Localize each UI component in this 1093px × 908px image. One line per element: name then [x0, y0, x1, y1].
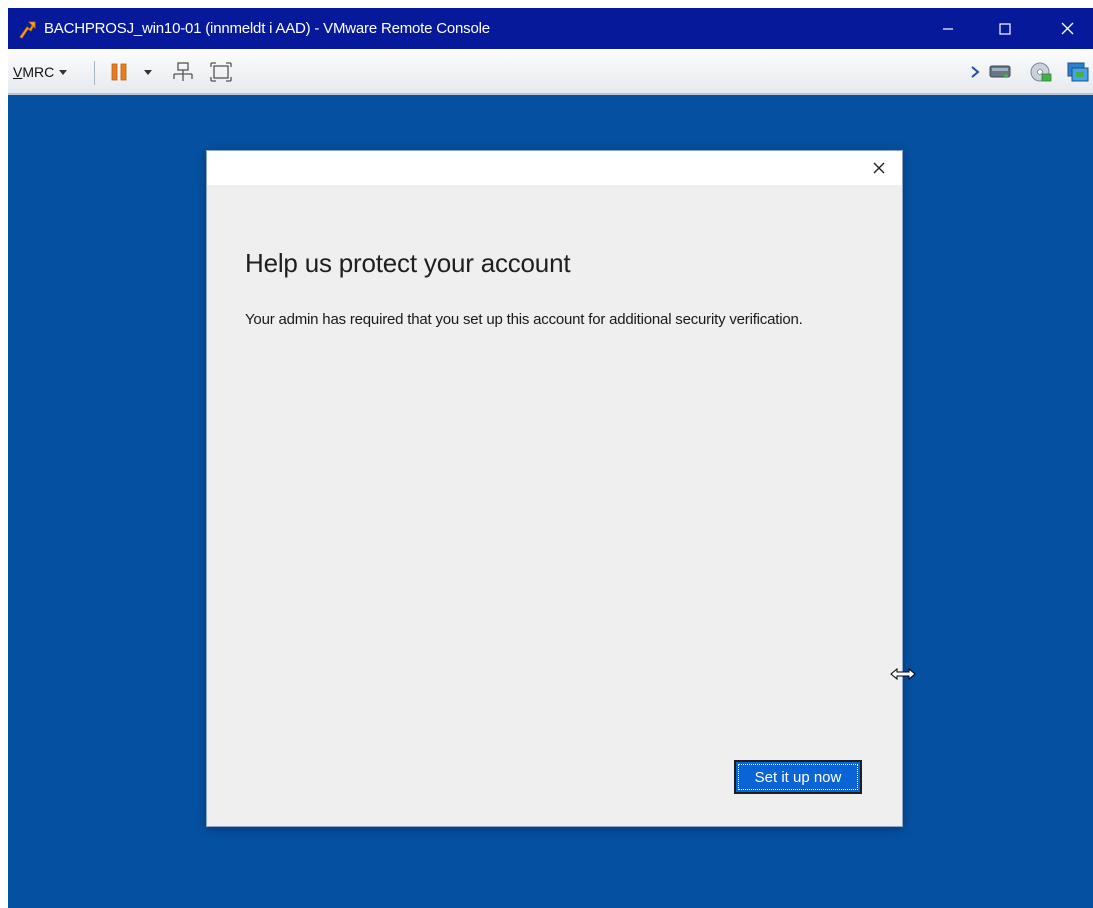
more-devices-button[interactable]: [971, 61, 983, 83]
vmrc-window: BACHPROSJ_win10-01 (innmeldt i AAD) - VM…: [8, 8, 1093, 908]
minimize-icon: [943, 27, 953, 30]
close-icon: [873, 162, 885, 174]
network-adapter-button[interactable]: [1066, 61, 1092, 83]
dialog-header: [207, 151, 902, 185]
security-verification-dialog: Help us protect your account Your admin …: [207, 151, 902, 826]
power-options-dropdown[interactable]: [142, 59, 154, 85]
dialog-close-button[interactable]: [870, 159, 888, 177]
toolbar-separator: [94, 61, 95, 85]
vmrc-menu-accesskey: V: [13, 64, 23, 80]
chevron-down-icon: [144, 69, 152, 75]
resize-cursor-icon: [890, 667, 916, 681]
chevron-down-icon: [59, 69, 68, 75]
pause-icon: [111, 63, 127, 81]
close-window-button[interactable]: [1045, 8, 1089, 49]
window-title: BACHPROSJ_win10-01 (innmeldt i AAD) - VM…: [44, 20, 490, 37]
dialog-message: Your admin has required that you set up …: [245, 311, 803, 328]
removable-device-button[interactable]: [988, 61, 1014, 83]
set-it-up-now-button[interactable]: Set it up now: [734, 760, 862, 794]
title-bar[interactable]: BACHPROSJ_win10-01 (innmeldt i AAD) - VM…: [8, 8, 1093, 49]
cd-dvd-icon: [1030, 62, 1052, 82]
send-ctrl-alt-del-icon: [173, 62, 193, 81]
send-ctrl-alt-del-button[interactable]: [170, 59, 196, 85]
removable-device-icon: [989, 65, 1011, 78]
vmrc-menu-button[interactable]: V MRC: [13, 61, 68, 83]
vmware-remote-console-icon: [19, 21, 36, 39]
toolbar: V MRC: [8, 49, 1093, 95]
dialog-title: Help us protect your account: [245, 248, 571, 278]
pause-button[interactable]: [108, 59, 130, 85]
maximize-button[interactable]: [983, 8, 1027, 49]
cd-dvd-button[interactable]: [1029, 61, 1055, 83]
close-icon: [1061, 22, 1073, 35]
network-adapter-icon: [1067, 62, 1089, 82]
vmrc-menu-label: MRC: [22, 64, 55, 80]
maximize-icon: [999, 22, 1011, 35]
more-icon: [971, 66, 980, 78]
fullscreen-button[interactable]: [208, 59, 234, 85]
fullscreen-icon: [210, 62, 232, 82]
minimize-button[interactable]: [926, 8, 970, 49]
